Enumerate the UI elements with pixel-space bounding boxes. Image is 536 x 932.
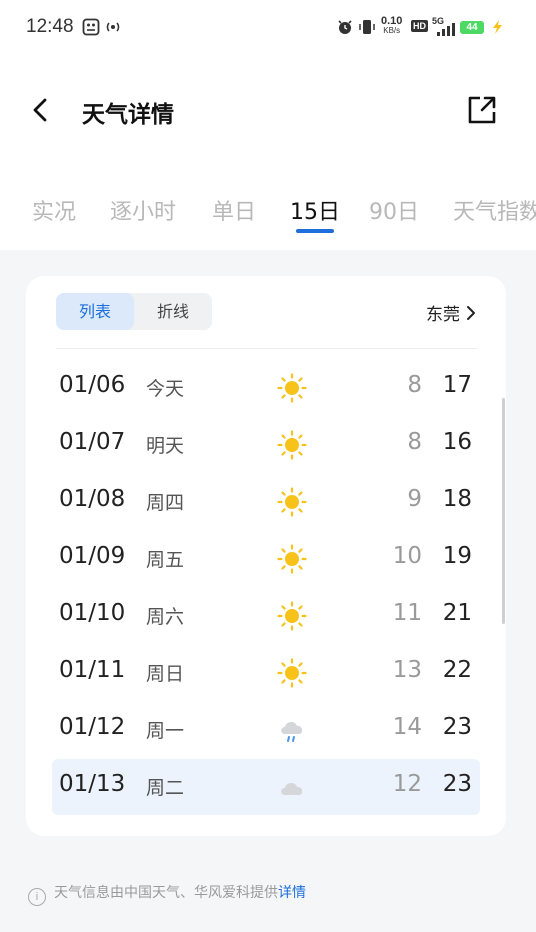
sun-icon [276,657,308,689]
tab-15-day[interactable]: 15日 [290,194,340,226]
forecast-low: 12 [392,771,422,797]
forecast-date: 01/13 [59,771,126,797]
forecast-low: 8 [407,372,422,398]
sun-icon [276,543,308,575]
scrollbar[interactable] [502,398,505,624]
chevron-right-icon [466,305,476,326]
forecast-high: 23 [442,714,472,740]
forecast-weekday: 周日 [146,663,185,685]
back-button[interactable] [24,92,60,128]
forecast-date: 01/10 [59,600,126,626]
forecast-high: 23 [442,771,472,797]
info-icon: i [28,888,46,906]
divider [56,348,478,349]
tab-live[interactable]: 实况 [32,194,76,226]
forecast-row[interactable]: 01/08 周四 9 18 [52,474,480,530]
forecast-high: 19 [442,543,472,569]
view-toggle: 列表 折线 [56,293,212,330]
status-bar: 12:48 0.10 KB/s HD 5G 44 [0,0,536,56]
light-rain-icon [276,714,308,746]
forecast-date: 01/07 [59,429,126,455]
forecast-date: 01/12 [59,714,126,740]
forecast-row[interactable]: 01/10 周六 11 21 [52,588,480,644]
app-notification-icon [82,18,100,36]
forecast-weekday: 周五 [146,549,185,571]
net-speed-unit: KB/s [383,26,401,35]
forecast-row[interactable]: 01/11 周日 13 22 [52,645,480,701]
forecast-row[interactable]: 01/07 明天 8 16 [52,417,480,473]
tab-weather-index[interactable]: 天气指数 [453,194,536,226]
sun-icon [276,486,308,518]
details-link[interactable]: 详情 [278,885,306,901]
alarm-icon [336,18,354,36]
share-icon [468,96,496,124]
forecast-row[interactable]: 01/06 今天 8 17 [52,360,480,416]
forecast-high: 17 [442,372,472,398]
forecast-date: 01/06 [59,372,126,398]
forecast-row[interactable]: 01/12 周一 14 23 [52,702,480,758]
net-speed: 0.10 KB/s [381,15,403,36]
forecast-weekday: 今天 [146,378,185,400]
vibrate-icon [358,18,376,36]
forecast-high: 22 [442,657,472,683]
app-header: 天气详情 [0,80,536,140]
forecast-low: 13 [392,657,422,683]
forecast-weekday: 周四 [146,492,185,514]
forecast-weekday: 明天 [146,435,185,457]
hd-badge: HD [411,20,428,32]
forecast-low: 8 [407,429,422,455]
forecast-low: 14 [392,714,422,740]
battery-icon: 44 [460,21,484,34]
tab-daily[interactable]: 单日 [212,194,256,226]
forecast-weekday: 周六 [146,606,185,628]
net-speed-value: 0.10 [381,15,403,27]
list-view-button[interactable]: 列表 [56,293,134,330]
city-name: 东莞 [426,305,460,325]
forecast-high: 16 [442,429,472,455]
back-arrow-icon [33,98,47,122]
share-button[interactable] [464,92,500,128]
forecast-low: 9 [407,486,422,512]
forecast-date: 01/09 [59,543,126,569]
forecast-high: 21 [442,600,472,626]
forecast-row-selected[interactable]: 01/13 周二 12 23 [52,759,480,815]
forecast-card: 列表 折线 东莞 01/06 今天 8 17 01/07 明天 8 16 01/… [26,276,506,836]
forecast-date: 01/11 [59,657,126,683]
tab-hourly[interactable]: 逐小时 [110,194,176,226]
data-source-text: 天气信息由中国天气、华风爱科提供 [54,885,278,901]
forecast-low: 10 [392,543,422,569]
sun-icon [276,429,308,461]
forecast-tabs: 实况 逐小时 单日 15日 90日 天气指数 [0,190,536,240]
tab-90-day[interactable]: 90日 [369,194,419,226]
forecast-weekday: 周二 [146,777,185,799]
sun-icon [276,600,308,632]
sun-icon [276,372,308,404]
forecast-low: 11 [392,600,422,626]
signal-icon [436,22,456,40]
line-view-button[interactable]: 折线 [134,293,212,330]
forecast-high: 18 [442,486,472,512]
forecast-date: 01/08 [59,486,126,512]
cloudy-icon [276,771,308,803]
forecast-row[interactable]: 01/09 周五 10 19 [52,531,480,587]
charging-icon [490,19,504,37]
page-title: 天气详情 [82,102,174,128]
status-time: 12:48 [26,16,74,37]
data-source-footer: i 天气信息由中国天气、华风爱科提供详情 [28,882,306,906]
city-selector[interactable]: 东莞 [426,300,476,326]
tab-indicator [296,229,334,233]
forecast-weekday: 周一 [146,720,185,742]
hotspot-icon [104,18,122,36]
